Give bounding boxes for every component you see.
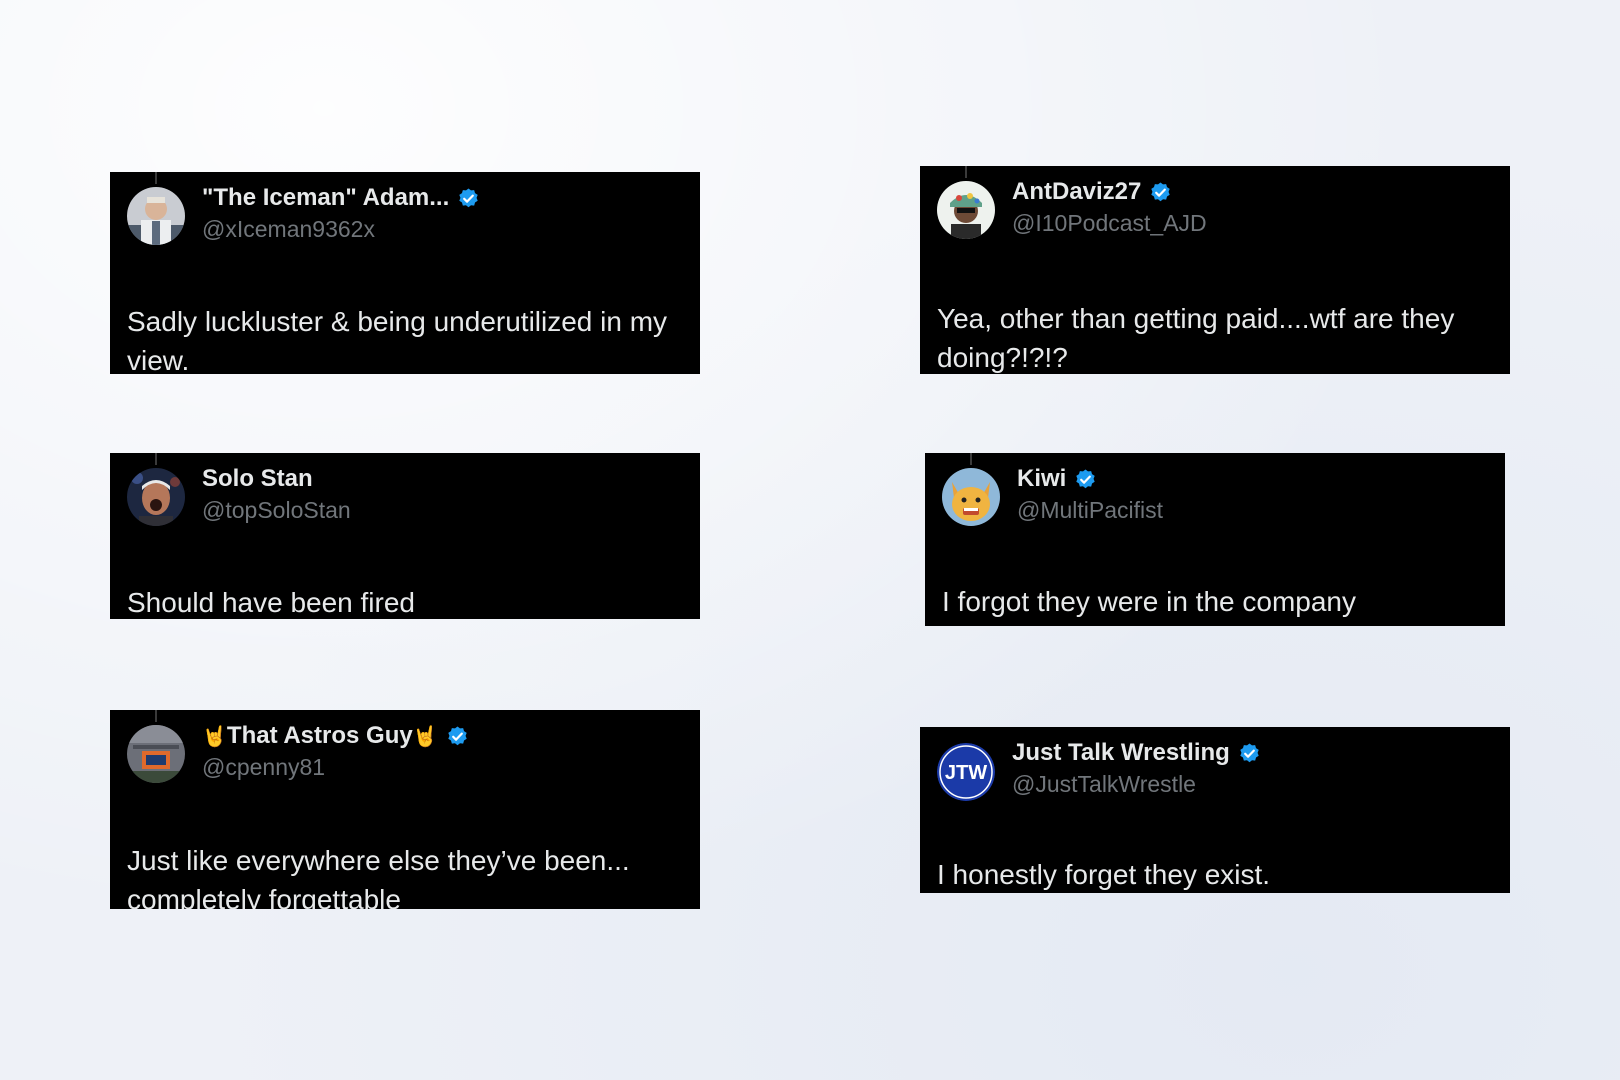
author-handle[interactable]: @topSoloStan — [202, 497, 351, 524]
author-handle[interactable]: @cpenny81 — [202, 754, 325, 781]
thread-line — [155, 172, 157, 184]
author-handle[interactable]: @MultiPacifist — [1017, 497, 1163, 524]
author-handle[interactable]: @xIceman9362x — [202, 216, 375, 243]
author-name[interactable]: That Astros Guy — [227, 722, 413, 750]
cartoon-character-avatar[interactable] — [942, 468, 1000, 526]
author-handle[interactable]: @I10Podcast_AJD — [1012, 210, 1207, 237]
tweet-text: I forgot they were in the company — [942, 586, 1356, 617]
wrestler-photo-avatar[interactable] — [127, 468, 185, 526]
thread-line — [965, 166, 967, 178]
tweet-card[interactable]: Kiwi @MultiPacifist I forgot they were i… — [925, 453, 1505, 626]
tweet-card[interactable]: "The Iceman" Adam... @xIceman9362x Sadly… — [110, 172, 700, 374]
stadium-photo-avatar[interactable] — [127, 725, 185, 783]
person-photo-avatar[interactable] — [127, 187, 185, 245]
tweet-text: Just like everywhere else they’ve been..… — [127, 845, 630, 909]
tweet-text: I honestly forget they exist. — [937, 859, 1271, 890]
author-row: Solo Stan — [202, 465, 313, 493]
author-name[interactable]: AntDaviz27 — [1012, 178, 1141, 206]
author-handle[interactable]: @JustTalkWrestle — [1012, 771, 1196, 798]
verified-badge-icon — [459, 187, 478, 207]
jtw-logo-avatar[interactable]: JTW — [937, 743, 995, 801]
author-row: Just Talk Wrestling — [1012, 739, 1261, 767]
person-photo-avatar[interactable] — [937, 181, 995, 239]
author-name[interactable]: Kiwi — [1017, 465, 1066, 493]
author-name[interactable]: "The Iceman" Adam... — [202, 184, 449, 212]
tweet-text: Yea, other than getting paid....wtf are … — [937, 303, 1455, 373]
author-name[interactable]: Just Talk Wrestling — [1012, 739, 1230, 767]
author-row: "The Iceman" Adam... — [202, 184, 480, 212]
rock-hand-emoji: 🤘 — [412, 724, 438, 748]
verified-badge-icon — [1240, 742, 1259, 762]
tweet-card[interactable]: 🤘 That Astros Guy 🤘 @cpenny81 Just like … — [110, 710, 700, 909]
tweet-text: Should have been fired — [127, 587, 415, 618]
author-name[interactable]: Solo Stan — [202, 465, 313, 493]
thread-line — [970, 453, 972, 465]
thread-line — [155, 453, 157, 465]
rock-hand-emoji: 🤘 — [202, 724, 227, 748]
tweet-card[interactable]: JTW Just Talk Wrestling @JustTalkWrestle… — [920, 727, 1510, 893]
author-row: Kiwi — [1017, 465, 1097, 493]
thread-line — [155, 710, 157, 722]
tweet-card[interactable]: AntDaviz27 @I10Podcast_AJD Yea, other th… — [920, 166, 1510, 374]
author-row: 🤘 That Astros Guy 🤘 — [202, 722, 469, 750]
author-row: AntDaviz27 — [1012, 178, 1172, 206]
verified-badge-icon — [1151, 181, 1171, 201]
tweet-card[interactable]: Solo Stan @topSoloStan Should have been … — [110, 453, 700, 619]
tweet-text: Sadly luckluster & being underutilized i… — [127, 306, 668, 374]
verified-badge-icon — [1076, 468, 1096, 488]
verified-badge-icon — [447, 725, 467, 745]
jtw-logo-text: JTW — [945, 762, 987, 784]
